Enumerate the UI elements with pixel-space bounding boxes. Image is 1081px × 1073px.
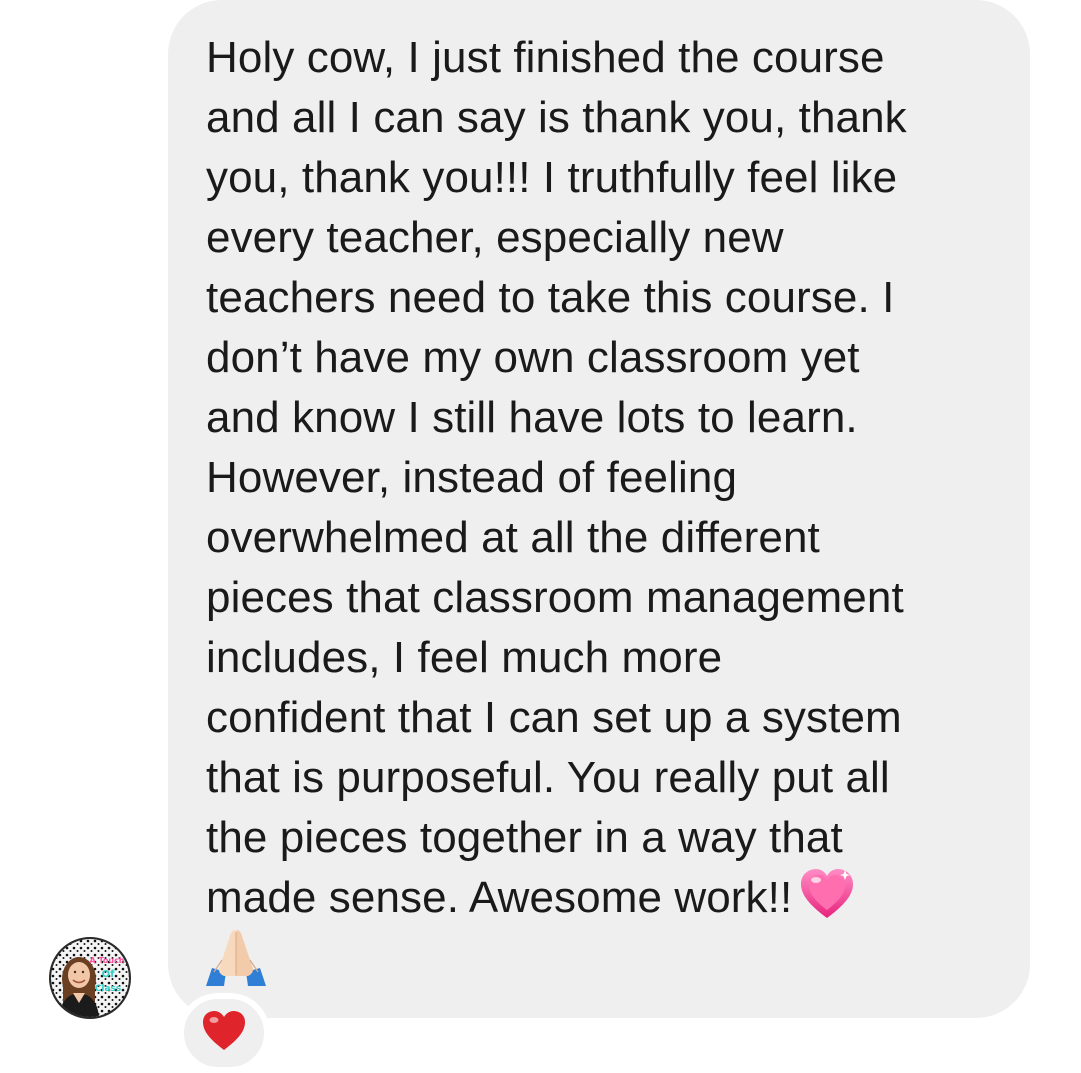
folded-hands-icon	[206, 930, 266, 987]
sparkling-heart-icon	[801, 869, 854, 919]
red-heart-icon	[203, 1011, 245, 1050]
message-body: Holy cow, I just finished the course and…	[206, 33, 907, 922]
avatar-logo-line-2: Of	[102, 969, 116, 980]
message-thread: A Touch Of Class Holy cow, I just finish…	[0, 0, 1081, 1073]
avatar[interactable]: A Touch Of Class	[49, 937, 131, 1019]
message-reaction[interactable]	[178, 993, 270, 1073]
message-bubble[interactable]: Holy cow, I just finished the course and…	[168, 0, 1030, 1018]
message-text: Holy cow, I just finished the course and…	[206, 28, 990, 988]
avatar-logo-line-1: A Touch	[90, 956, 125, 965]
avatar-image: A Touch Of Class	[51, 939, 129, 1017]
avatar-logo-line-3: Class	[95, 984, 121, 994]
